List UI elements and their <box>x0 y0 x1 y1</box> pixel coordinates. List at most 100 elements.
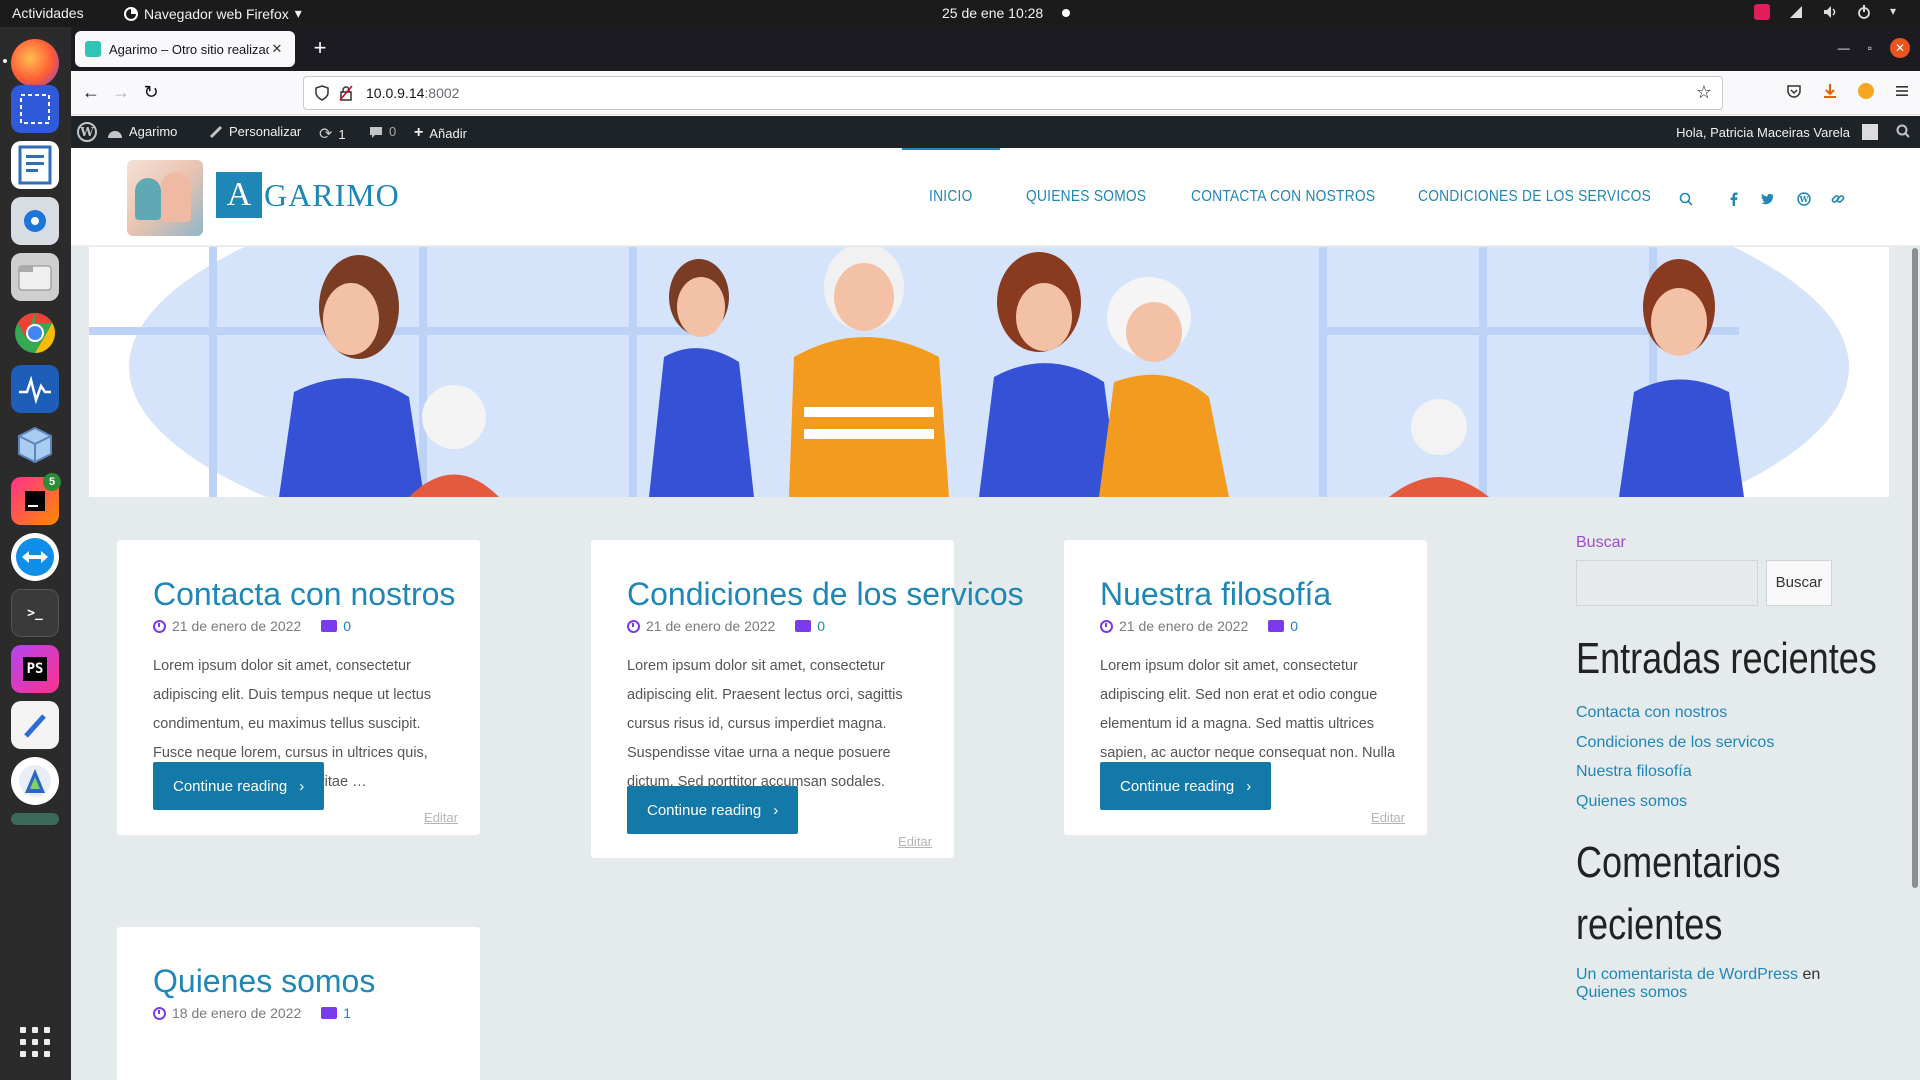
wp-logo-menu[interactable]: W <box>77 122 97 142</box>
wordpress-icon[interactable]: W <box>1797 192 1811 206</box>
twitter-icon[interactable] <box>1760 192 1774 206</box>
lock-icon[interactable] <box>338 85 354 101</box>
dock-screenshot[interactable] <box>11 85 59 133</box>
comment-count[interactable]: 0 <box>343 618 351 634</box>
recent-post-link[interactable]: Nuestra filosofía <box>1576 763 1692 781</box>
comment-count[interactable]: 1 <box>343 1005 351 1021</box>
wp-customize[interactable]: Personalizar <box>209 124 301 139</box>
edit-link[interactable]: Editar <box>1371 810 1405 825</box>
system-tray[interactable]: ▾ <box>1754 4 1906 20</box>
post-date[interactable]: 21 de enero de 2022 <box>172 618 301 634</box>
power-icon[interactable] <box>1856 4 1872 20</box>
slack-tray-icon[interactable] <box>1754 4 1770 20</box>
system-menu-chevron-icon[interactable]: ▾ <box>1890 4 1906 20</box>
maximize-icon[interactable]: ▫ <box>1868 41 1872 55</box>
dock-phpstorm[interactable]: PS <box>11 645 59 693</box>
downloads-icon[interactable] <box>1822 83 1838 99</box>
network-icon[interactable] <box>1788 4 1804 20</box>
show-applications-icon[interactable] <box>20 1027 50 1057</box>
site-logo-image[interactable] <box>127 160 203 236</box>
wp-greeting: Hola, Patricia Maceiras Varela <box>1676 124 1850 140</box>
clock-icon <box>153 619 166 633</box>
dock-files[interactable] <box>11 253 59 301</box>
wp-site-name[interactable]: Agarimo <box>107 124 177 139</box>
post-date[interactable]: 21 de enero de 2022 <box>1119 618 1248 634</box>
page-scrollbar[interactable] <box>1912 248 1918 888</box>
continue-reading-button[interactable]: Continue reading › <box>627 786 799 834</box>
link-icon[interactable] <box>1831 192 1845 206</box>
wp-new-content[interactable]: + Añadir <box>414 124 467 142</box>
post-date[interactable]: 21 de enero de 2022 <box>646 618 775 634</box>
reload-button[interactable]: ↻ <box>139 81 163 105</box>
wp-search[interactable] <box>1896 124 1910 138</box>
back-button[interactable]: ← <box>79 81 103 105</box>
dock-document-viewer[interactable] <box>11 141 59 189</box>
window-controls: — ▫ ✕ <box>1838 38 1910 58</box>
tab-title: Agarimo – Otro sitio realizado con WordP… <box>109 41 269 57</box>
post-date[interactable]: 18 de enero de 2022 <box>172 1005 301 1021</box>
notification-dot <box>1062 9 1070 17</box>
dock-virtualbox[interactable] <box>11 421 59 469</box>
site-logo-text[interactable]: A GARIMO <box>216 172 400 218</box>
dock-firefox[interactable] <box>3 39 59 87</box>
post-card-contacta: Contacta con nostros 21 de enero de 2022… <box>117 540 480 835</box>
post-title[interactable]: Quienes somos <box>153 963 375 1000</box>
facebook-icon[interactable] <box>1727 192 1741 206</box>
dock-jetbrains-toolbox[interactable]: 5 <box>11 473 61 525</box>
comment-count[interactable]: 0 <box>817 618 825 634</box>
dashboard-icon <box>108 130 122 138</box>
minimize-icon[interactable]: — <box>1838 41 1850 55</box>
hamburger-menu-icon[interactable] <box>1894 83 1910 99</box>
wp-account[interactable]: Hola, Patricia Maceiras Varela <box>1676 124 1878 140</box>
extension-icon[interactable] <box>1858 83 1874 99</box>
menu-item-contacta[interactable]: CONTACTA CON NOSTROS <box>1191 188 1375 206</box>
dock-partial-app[interactable] <box>11 813 59 825</box>
activities-button[interactable]: Actividades <box>12 5 84 21</box>
tab-agarimo[interactable]: Agarimo – Otro sitio realizado con WordP… <box>75 31 295 67</box>
dock-text-editor[interactable] <box>11 701 59 749</box>
recent-post-link[interactable]: Condiciones de los servicos <box>1576 734 1774 752</box>
edit-link[interactable]: Editar <box>424 810 458 825</box>
teamviewer-icon <box>16 538 54 576</box>
wp-comments[interactable]: 0 <box>369 124 396 139</box>
continue-reading-button[interactable]: Continue reading › <box>1100 762 1272 810</box>
volume-icon[interactable] <box>1822 4 1838 20</box>
post-title[interactable]: Nuestra filosofía <box>1100 576 1331 613</box>
menu-item-quienes-somos[interactable]: QUIENES SOMOS <box>1026 188 1146 206</box>
edit-link[interactable]: Editar <box>898 834 932 849</box>
comment-post-link[interactable]: Quienes somos <box>1576 984 1687 1002</box>
pocket-icon[interactable] <box>1786 83 1802 99</box>
new-tab-button[interactable]: + <box>307 36 333 62</box>
forward-button[interactable]: → <box>109 81 133 105</box>
close-tab-icon[interactable]: ✕ <box>269 41 285 57</box>
address-bar[interactable]: 10.0.9.14:8002 ☆ <box>303 76 1723 110</box>
dock-teamviewer[interactable] <box>11 533 59 581</box>
search-input[interactable] <box>1576 560 1758 606</box>
search-icon[interactable] <box>1679 192 1693 206</box>
dock-chrome[interactable] <box>11 309 59 357</box>
menu-item-condiciones[interactable]: CONDICIONES DE LOS SERVICOS <box>1418 188 1651 206</box>
menu-item-inicio[interactable]: INICIO <box>929 188 973 206</box>
chrome-icon <box>15 313 55 353</box>
comment-author-link[interactable]: Un comentarista de WordPress <box>1576 966 1798 983</box>
app-menu[interactable]: Navegador web Firefox ▾ <box>124 5 302 22</box>
search-button[interactable]: Buscar <box>1766 560 1832 606</box>
dock-terminal[interactable]: >_ <box>11 589 59 637</box>
post-title[interactable]: Condiciones de los servicos <box>627 576 1024 613</box>
comment-count[interactable]: 0 <box>1290 618 1298 634</box>
bookmark-star-icon[interactable]: ☆ <box>1696 82 1712 103</box>
wp-updates[interactable]: ⟳ 1 <box>319 124 346 144</box>
recent-post-link[interactable]: Quienes somos <box>1576 793 1687 811</box>
shield-icon[interactable] <box>314 85 330 101</box>
dock-android-studio[interactable] <box>11 757 59 805</box>
post-title[interactable]: Contacta con nostros <box>153 576 455 613</box>
button-label: Continue reading <box>647 801 762 819</box>
continue-reading-button[interactable]: Continue reading › <box>153 762 325 810</box>
close-window-icon[interactable]: ✕ <box>1890 38 1910 58</box>
chevron-down-icon: ▾ <box>294 5 302 21</box>
recent-post-link[interactable]: Contacta con nostros <box>1576 704 1727 722</box>
dock-system-monitor[interactable] <box>11 365 59 413</box>
dock-software-center[interactable] <box>11 197 59 245</box>
clock[interactable]: 25 de ene 10:28 <box>942 5 1043 21</box>
comment-on-text: en <box>1802 966 1821 983</box>
